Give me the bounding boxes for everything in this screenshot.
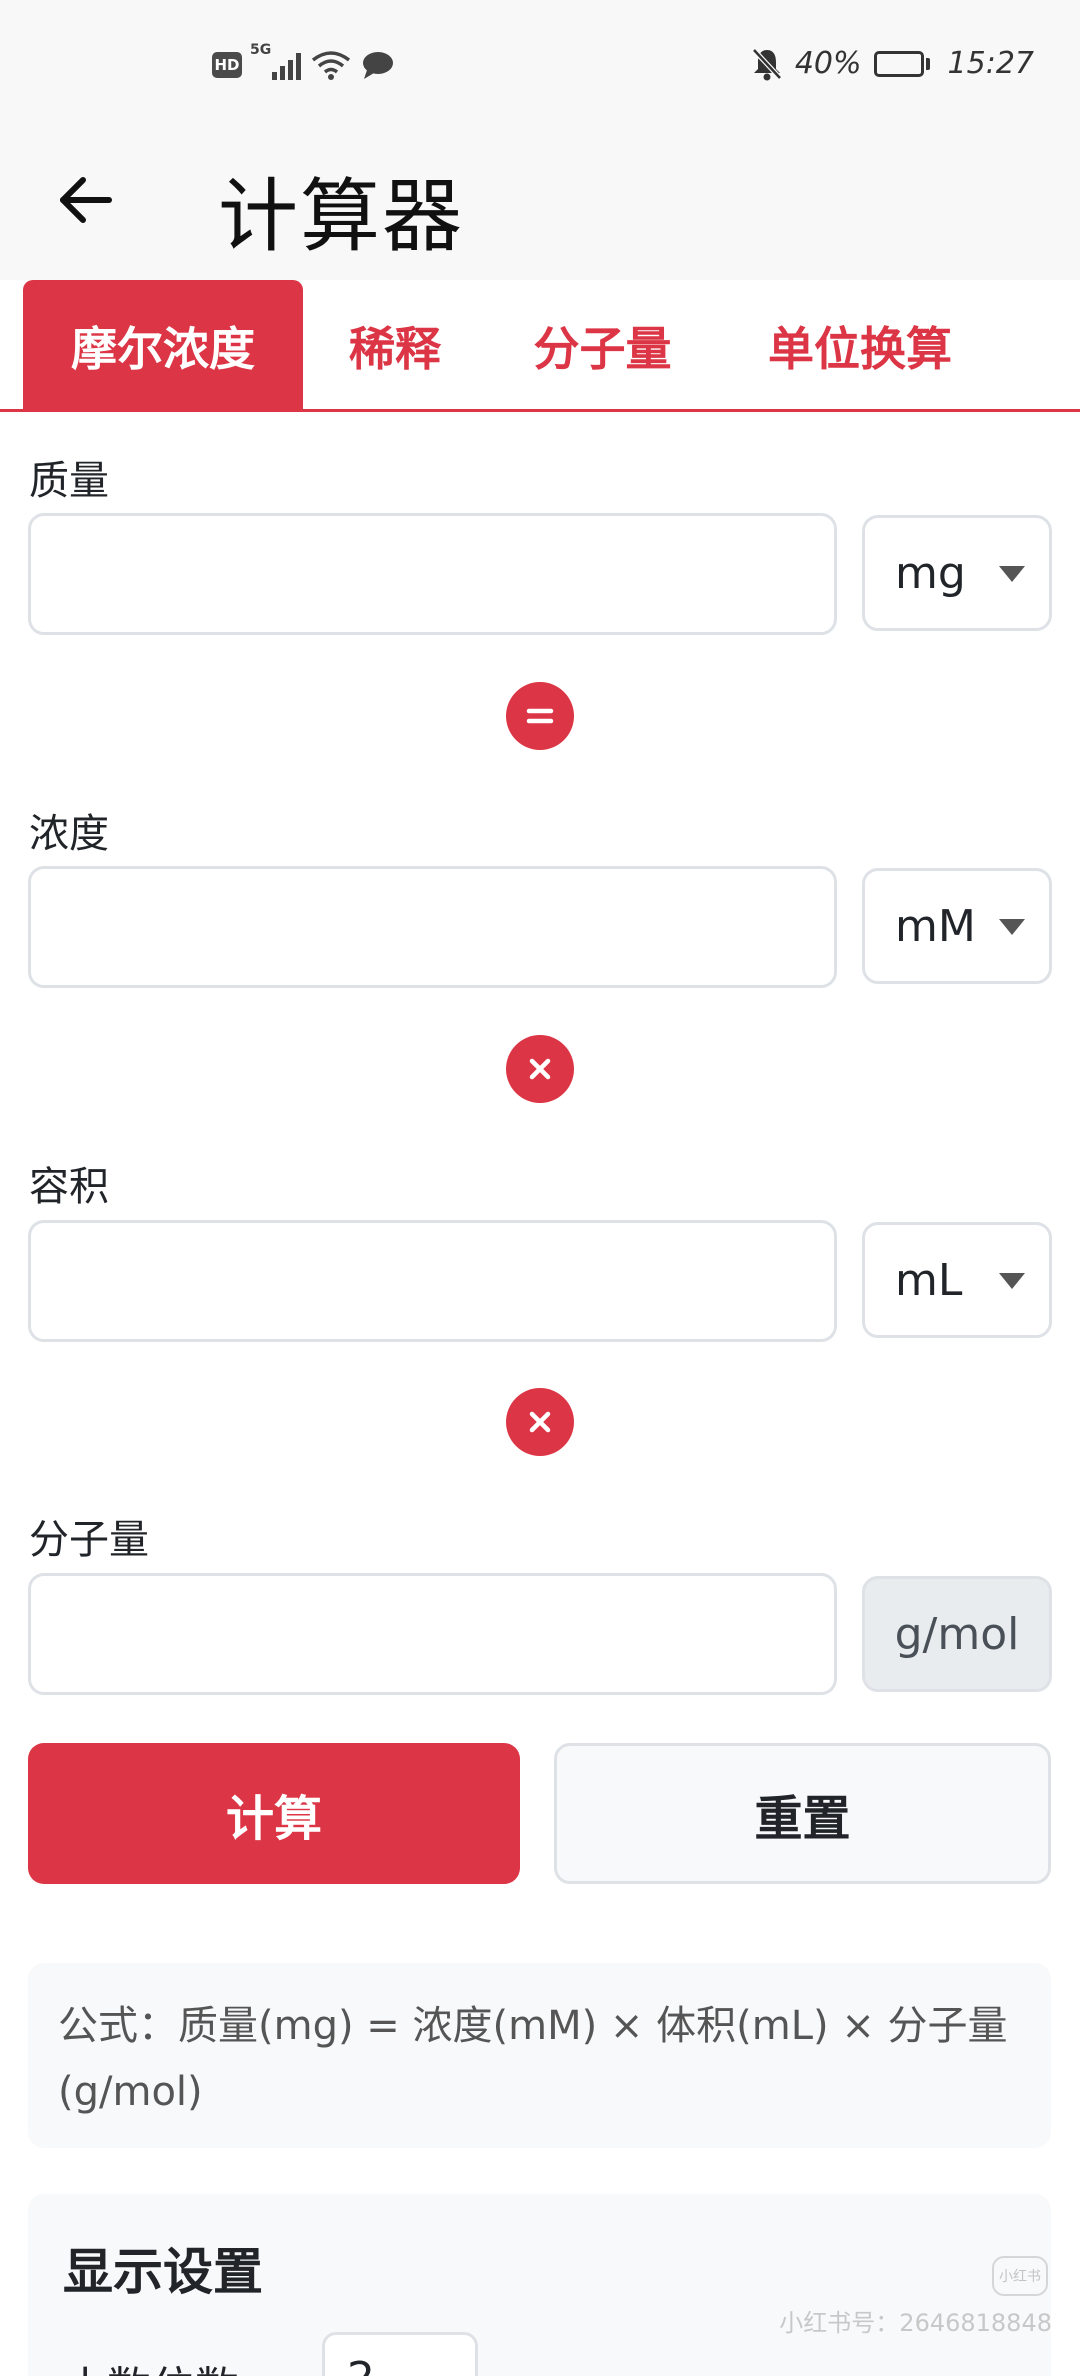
concentration-unit-select[interactable]: mM — [862, 868, 1052, 984]
tab-molecular-weight[interactable]: 分子量 — [510, 280, 695, 412]
mass-input[interactable] — [28, 513, 837, 635]
network-label: 5G — [250, 42, 272, 58]
page-title: 计算器 — [218, 170, 464, 263]
signal-icon: 5G — [250, 42, 301, 80]
arrow-left-icon — [60, 177, 112, 223]
back-button[interactable] — [50, 165, 120, 235]
mass-unit-value: mg — [895, 547, 966, 599]
wifi-icon — [311, 51, 351, 80]
status-bar: HD 5G 40% 15:27 — [0, 0, 1080, 130]
battery-percent: 40% — [794, 46, 862, 81]
reset-button[interactable]: 重置 — [554, 1743, 1051, 1884]
tab-dilution[interactable]: 稀释 — [325, 280, 465, 412]
decimal-places-label: 小数位数 — [63, 2352, 239, 2376]
multiply-icon — [506, 1388, 574, 1456]
chevron-down-icon — [999, 1273, 1025, 1289]
hd-badge: HD — [212, 52, 242, 78]
formula-box: 公式：质量(mg) = 浓度(mM) × 体积(mL) × 分子量(g/mol) — [28, 1963, 1051, 2148]
app-bar: 计算器 — [0, 130, 1080, 280]
volume-unit-value: mL — [895, 1254, 963, 1306]
molecular-weight-unit: g/mol — [862, 1576, 1052, 1692]
volume-unit-select[interactable]: mL — [862, 1222, 1052, 1338]
status-icons-right: 40% 15:27 — [751, 46, 1034, 81]
calculate-button[interactable]: 计算 — [28, 1743, 520, 1884]
molecular-weight-input[interactable] — [28, 1573, 837, 1695]
chevron-down-icon — [999, 566, 1025, 582]
tab-molarity[interactable]: 摩尔浓度 — [23, 280, 303, 412]
concentration-input[interactable] — [28, 866, 837, 988]
display-settings-card: 显示设置 小数位数 2 — [28, 2194, 1051, 2376]
battery-icon — [873, 50, 930, 77]
status-icons-left: HD 5G — [212, 42, 395, 80]
watermark-logo: 小红书 — [992, 2256, 1048, 2296]
tab-bar: 摩尔浓度 稀释 分子量 单位换算 — [0, 280, 1080, 412]
chevron-down-icon — [999, 919, 1025, 935]
settings-title: 显示设置 — [63, 2243, 263, 2301]
volume-label: 容积 — [29, 1164, 109, 1210]
concentration-unit-value: mM — [895, 900, 976, 952]
mass-unit-select[interactable]: mg — [862, 515, 1052, 631]
clock: 15:27 — [947, 46, 1034, 81]
watermark-text: 小红书号：2646818848 — [779, 2309, 1052, 2337]
message-icon — [363, 52, 393, 79]
decimal-places-input[interactable]: 2 — [322, 2332, 478, 2376]
equals-icon — [506, 682, 574, 750]
formula-text: 公式：质量(mg) = 浓度(mM) × 体积(mL) × 分子量(g/mol) — [58, 2003, 1008, 2115]
tab-unit-conversion[interactable]: 单位换算 — [745, 280, 975, 412]
bell-muted-icon — [752, 47, 782, 80]
molecular-weight-label: 分子量 — [29, 1517, 149, 1563]
volume-input[interactable] — [28, 1220, 837, 1342]
multiply-icon — [506, 1035, 574, 1103]
mass-label: 质量 — [29, 458, 109, 504]
concentration-label: 浓度 — [29, 811, 109, 857]
